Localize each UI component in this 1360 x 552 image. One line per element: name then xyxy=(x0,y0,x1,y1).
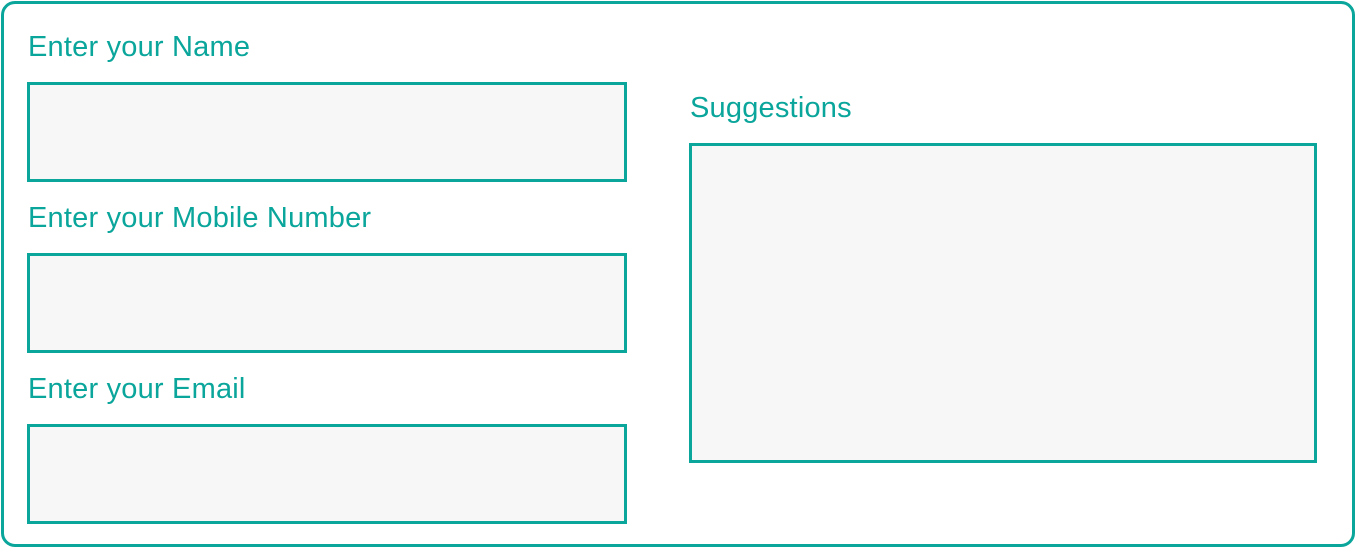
name-input[interactable] xyxy=(27,82,627,182)
email-input[interactable] xyxy=(27,424,627,524)
name-label: Enter your Name xyxy=(28,31,251,63)
mobile-label: Enter your Mobile Number xyxy=(28,202,372,234)
mobile-input[interactable] xyxy=(27,253,627,353)
suggestions-textarea[interactable] xyxy=(689,143,1317,463)
email-label: Enter your Email xyxy=(28,373,246,405)
suggestions-label: Suggestions xyxy=(690,92,852,124)
